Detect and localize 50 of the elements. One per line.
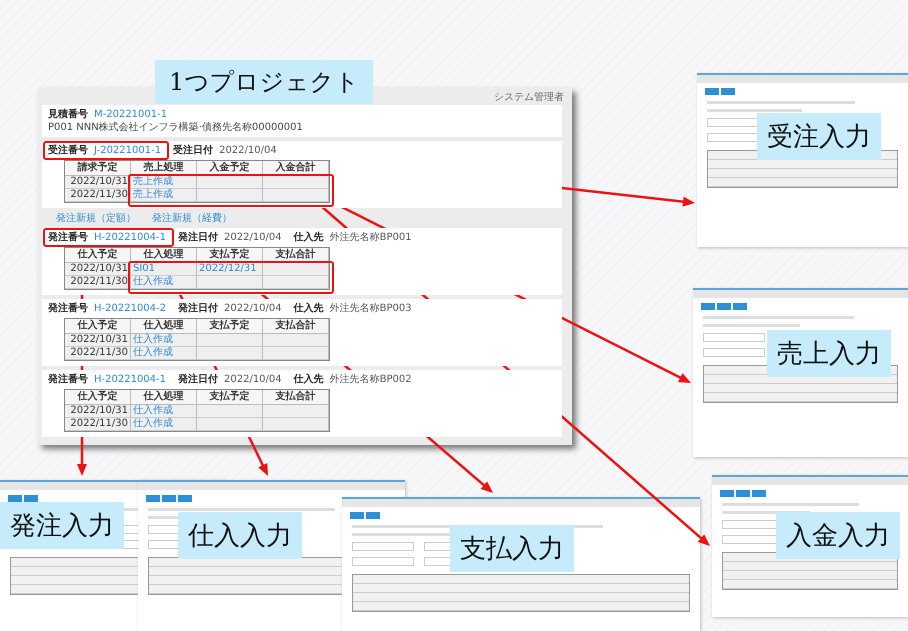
- field-label: 発注番号: [48, 231, 88, 244]
- field-label: 発注番号: [48, 302, 88, 315]
- table-cell: 2022/10/31: [65, 263, 131, 276]
- number-link[interactable]: H-20221004-2: [94, 302, 166, 315]
- number-link[interactable]: H-20221004-1: [94, 373, 166, 386]
- field-value: 外注先名称BP001: [330, 231, 412, 244]
- field-label: 受注日付: [173, 144, 214, 157]
- new-order-link[interactable]: 発注新規（定額）: [56, 212, 136, 225]
- table-cell: 2022/11/30: [65, 276, 131, 289]
- table-cell: [263, 189, 329, 202]
- field-value: 2022/10/04: [224, 231, 282, 244]
- table-cell: 2022/11/30: [65, 418, 131, 431]
- screen-label: 発注入力: [0, 502, 124, 549]
- field-label: 受注番号: [48, 144, 88, 157]
- screen-label: 受注入力: [757, 113, 881, 160]
- number-link[interactable]: H-20221004-1: [94, 231, 166, 244]
- table-cell: 2022/10/31: [65, 334, 131, 347]
- table-cell: 2022/10/31: [65, 405, 131, 418]
- payment-date-link[interactable]: 2022/12/31: [199, 263, 257, 274]
- table-header-cell: 請求予定: [65, 161, 131, 176]
- process-link[interactable]: 仕入作成: [133, 418, 173, 429]
- process-link[interactable]: 仕入作成: [133, 347, 173, 358]
- screen-label: 仕入入力: [178, 512, 302, 559]
- process-link[interactable]: 仕入作成: [133, 276, 173, 287]
- process-link[interactable]: 仕入作成: [133, 405, 173, 416]
- new-order-link[interactable]: 発注新規（経費）: [152, 212, 232, 225]
- field-label: 発注日付: [178, 231, 218, 244]
- process-link[interactable]: SI01: [133, 263, 156, 274]
- screen-label: 売上入力: [767, 330, 891, 377]
- table-cell: 2022/10/31: [65, 176, 131, 189]
- number-link[interactable]: M-20221001-1: [94, 108, 168, 121]
- table-header-cell: 仕入予定: [65, 319, 131, 334]
- table-cell: 2022/11/30: [65, 189, 131, 202]
- project-description: P001 NNN株式会社インフラ構築·債務先名称00000001: [48, 121, 304, 134]
- diagram-title: 1つプロジェクト: [155, 60, 374, 104]
- table-cell: 2022/11/30: [65, 347, 131, 360]
- field-label: 仕入先: [294, 231, 324, 244]
- field-value: 2022/10/04: [219, 144, 277, 157]
- screen-label: 支払入力: [450, 525, 574, 572]
- number-link[interactable]: J-20221001-1: [94, 144, 162, 157]
- table-cell: [263, 176, 329, 189]
- field-label: 見積番号: [48, 108, 88, 121]
- process-link[interactable]: 仕入作成: [133, 334, 173, 345]
- table-header-cell: 仕入予定: [65, 248, 131, 263]
- process-link[interactable]: 売上作成: [133, 176, 173, 187]
- process-link[interactable]: 売上作成: [133, 189, 173, 200]
- screen-label: 入金入力: [776, 512, 900, 559]
- table-header-cell: 仕入予定: [65, 390, 131, 405]
- user-name: システム管理者: [494, 90, 564, 103]
- field-label: 発注番号: [48, 373, 88, 386]
